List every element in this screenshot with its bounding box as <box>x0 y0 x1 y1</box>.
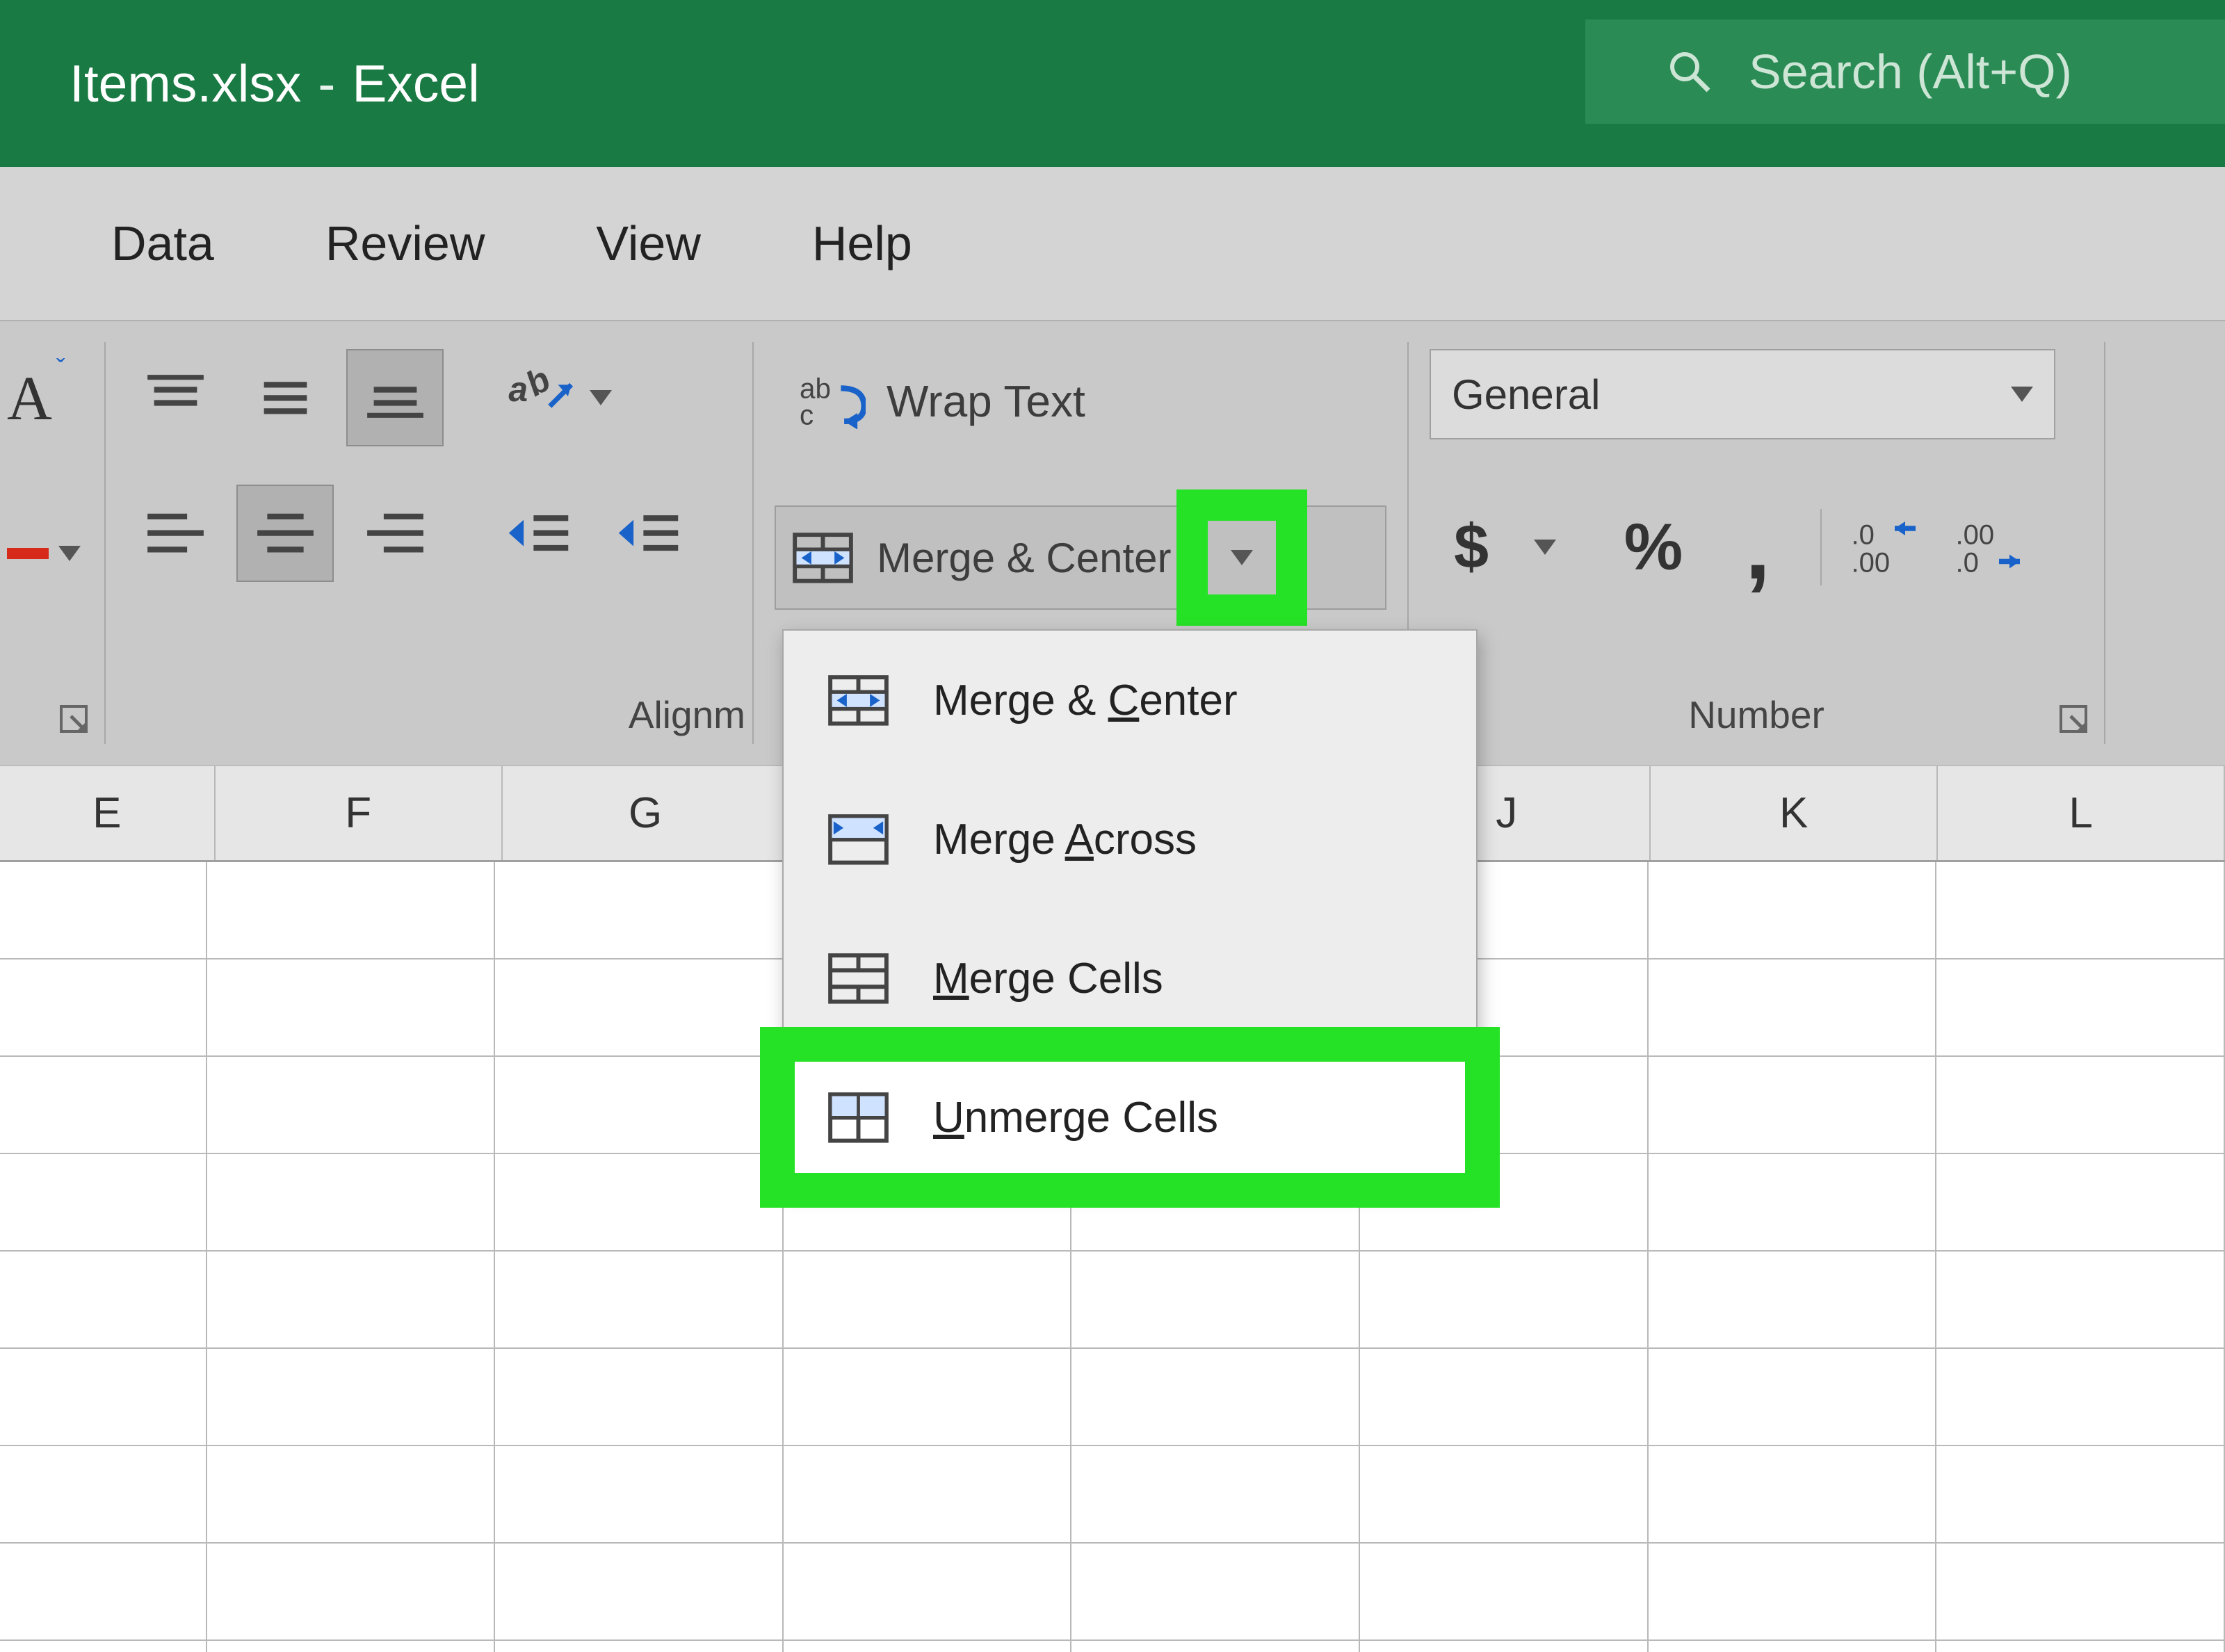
increase-indent-button[interactable] <box>599 485 697 582</box>
menu-item-label: Merge & Center <box>933 676 1238 725</box>
align-right-button[interactable] <box>346 485 444 582</box>
font-color-swatch-icon <box>7 548 49 559</box>
align-bottom-icon <box>362 370 428 426</box>
chevron-down-icon[interactable] <box>58 546 81 561</box>
decrease-indent-icon <box>505 508 572 558</box>
menu-merge-cells[interactable]: Merge Cells <box>784 909 1476 1048</box>
merge-cells-icon <box>825 950 891 1007</box>
align-top-icon <box>143 370 209 426</box>
merge-center-dropdown-button[interactable] <box>1192 507 1290 608</box>
font-size-letter[interactable]: A <box>7 363 52 435</box>
number-group-label: Number <box>1409 693 2104 737</box>
search-icon <box>1665 47 1714 96</box>
chevron-down-icon <box>2011 387 2033 402</box>
titlebar: Items.xlsx - Excel Search (Alt+Q) <box>0 0 2225 167</box>
align-bottom-button[interactable] <box>346 349 444 446</box>
number-format-select[interactable]: General <box>1430 349 2055 439</box>
align-center-button[interactable] <box>236 485 334 582</box>
window-title: Items.xlsx - Excel <box>70 54 480 113</box>
increase-decimal-icon <box>1850 518 1919 577</box>
font-dialog-launcher[interactable] <box>58 704 92 737</box>
unmerge-cells-icon <box>825 1090 891 1146</box>
menu-item-label: Merge Cells <box>933 954 1163 1003</box>
tab-help[interactable]: Help <box>812 216 912 271</box>
menu-item-label: Unmerge Cells <box>933 1093 1218 1142</box>
menu-unmerge-cells[interactable]: Unmerge Cells <box>784 1048 1476 1187</box>
col-header[interactable]: G <box>503 766 790 860</box>
menu-item-label: Merge Across <box>933 815 1197 864</box>
wrap-text-label: Wrap Text <box>887 375 1085 427</box>
tab-review[interactable]: Review <box>325 216 485 271</box>
align-center-icon <box>252 508 318 558</box>
merge-across-icon <box>825 811 891 868</box>
number-dialog-launcher[interactable] <box>2058 704 2092 737</box>
wrap-text-icon <box>800 373 866 430</box>
shrink-font-caret-icon[interactable]: ˇ <box>56 355 65 384</box>
merge-center-split-button[interactable]: Merge & Center <box>775 505 1386 610</box>
percent-format-button[interactable]: % <box>1612 505 1695 589</box>
title-dash: - <box>318 54 335 113</box>
merge-center-icon <box>790 530 856 586</box>
title-app: Excel <box>352 54 479 113</box>
number-format-value: General <box>1452 371 1600 419</box>
align-left-button[interactable] <box>127 485 224 582</box>
title-filename: Items.xlsx <box>70 54 301 113</box>
align-middle-icon <box>252 370 318 426</box>
orientation-button[interactable] <box>490 349 629 446</box>
align-right-icon <box>362 508 428 558</box>
decrease-indent-button[interactable] <box>490 485 587 582</box>
font-size-fragment: A ˇ <box>7 349 97 561</box>
alignment-group-label: Alignm <box>106 693 752 737</box>
merge-dropdown-menu: Merge & Center Merge Across Merge Cells … <box>782 629 1478 1188</box>
menu-merge-and-center[interactable]: Merge & Center <box>784 631 1476 770</box>
font-color-split[interactable] <box>7 546 97 561</box>
ribbon-tabs: Data Review View Help <box>0 167 2225 320</box>
comma-format-button[interactable]: , <box>1716 505 1799 589</box>
dialog-launcher-icon <box>2058 704 2092 737</box>
tab-data[interactable]: Data <box>111 216 214 271</box>
search-placeholder: Search (Alt+Q) <box>1749 44 2072 99</box>
col-header[interactable]: K <box>1651 766 1938 860</box>
chevron-down-icon <box>1231 550 1253 565</box>
orientation-icon <box>507 370 573 426</box>
chevron-down-icon[interactable] <box>590 390 612 405</box>
chevron-down-icon[interactable] <box>1534 540 1556 555</box>
merge-center-button[interactable]: Merge & Center <box>776 507 1192 608</box>
decrease-decimal-icon <box>1954 518 2023 577</box>
align-left-icon <box>143 508 209 558</box>
align-top-button[interactable] <box>127 349 224 446</box>
tab-view[interactable]: View <box>596 216 700 271</box>
decrease-decimal-button[interactable] <box>1947 505 2030 589</box>
col-header[interactable]: E <box>0 766 216 860</box>
col-header[interactable]: F <box>216 766 503 860</box>
merge-center-icon <box>825 672 891 729</box>
dialog-launcher-icon <box>58 704 92 737</box>
col-header[interactable]: L <box>1938 766 2225 860</box>
align-middle-button[interactable] <box>236 349 334 446</box>
increase-decimal-button[interactable] <box>1843 505 1926 589</box>
increase-indent-icon <box>615 508 681 558</box>
menu-merge-across[interactable]: Merge Across <box>784 770 1476 909</box>
merge-center-label: Merge & Center <box>877 534 1172 582</box>
search-box[interactable]: Search (Alt+Q) <box>1585 19 2225 124</box>
accounting-format-button[interactable]: $ <box>1430 505 1513 589</box>
wrap-text-button[interactable]: Wrap Text <box>775 349 1386 453</box>
